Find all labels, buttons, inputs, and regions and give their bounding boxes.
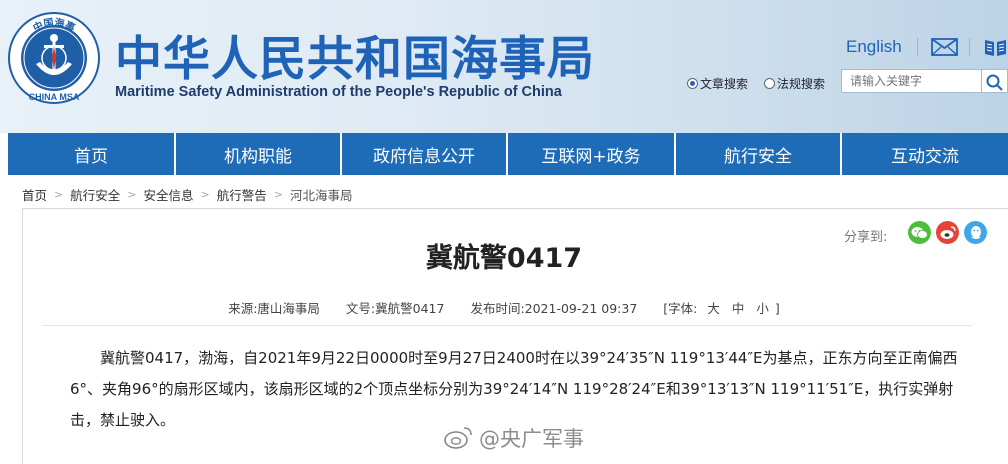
nav-item-label: 政府信息公开 bbox=[373, 146, 475, 167]
radio-selected-icon bbox=[687, 78, 698, 89]
breadcrumb: 首页 > 航行安全 > 安全信息 > 航行警告 > 河北海事局 bbox=[22, 185, 352, 203]
weibo-watermark-icon bbox=[444, 427, 472, 449]
nav-item-label: 互联网+政务 bbox=[541, 146, 641, 167]
search-button[interactable] bbox=[982, 69, 1008, 93]
chevron-right-icon: > bbox=[273, 187, 283, 201]
nav-item-institution[interactable]: 机构职能 bbox=[176, 133, 340, 175]
header-separator bbox=[969, 38, 970, 56]
search-icon bbox=[986, 74, 1003, 91]
nav-item-navigation-safety[interactable]: 航行安全 bbox=[676, 133, 840, 175]
nav-item-label: 首页 bbox=[74, 146, 108, 167]
site-header: 中国海事 CHINA MSA 中国海事 中华人民共和国海事局 Maritime … bbox=[0, 0, 1008, 133]
meta-publish-time: 发布时间:2021-09-21 09:37 bbox=[470, 301, 637, 316]
chevron-right-icon: > bbox=[54, 187, 64, 201]
search-option-regulation-label: 法规搜索 bbox=[777, 77, 826, 91]
site-title-en: Maritime Safety Administration of the Pe… bbox=[115, 84, 562, 100]
breadcrumb-home[interactable]: 首页 bbox=[22, 185, 47, 204]
nav-item-gov-info[interactable]: 政府信息公开 bbox=[342, 133, 506, 175]
mail-icon[interactable] bbox=[931, 38, 958, 56]
nav-item-label: 互动交流 bbox=[891, 146, 959, 167]
breadcrumb-hebei-msa[interactable]: 河北海事局 bbox=[290, 185, 353, 204]
book-icon[interactable] bbox=[983, 37, 1008, 57]
nav-item-label: 机构职能 bbox=[224, 146, 292, 167]
nav-item-label: 航行安全 bbox=[724, 146, 792, 167]
breadcrumb-nav-warning[interactable]: 航行警告 bbox=[217, 185, 267, 204]
search-option-regulation[interactable]: 法规搜索 bbox=[764, 75, 825, 92]
msa-logo-icon[interactable]: 中国海事 CHINA MSA bbox=[8, 12, 100, 104]
radio-unselected-icon bbox=[764, 78, 775, 89]
english-link[interactable]: English bbox=[846, 37, 902, 57]
meta-source-label: 来源: bbox=[228, 301, 258, 316]
watermark: @央广军事 bbox=[443, 423, 584, 453]
header-separator bbox=[917, 38, 918, 56]
chevron-right-icon: > bbox=[127, 187, 137, 201]
font-size-label: [字体: bbox=[663, 301, 698, 316]
font-large-button[interactable]: 大 bbox=[707, 301, 720, 316]
meta-doc-no: 文号:冀航警0417 bbox=[346, 301, 445, 316]
meta-doc-no-label: 文号: bbox=[345, 301, 376, 316]
font-small-button[interactable]: 小 bbox=[756, 301, 769, 316]
font-size-close: ] bbox=[774, 301, 780, 316]
logo-subtext: CHINA MSA bbox=[29, 92, 80, 102]
chevron-right-icon: > bbox=[200, 187, 210, 201]
site-title-cn: 中华人民共和国海事局 bbox=[115, 32, 595, 87]
nav-item-internet-gov[interactable]: 互联网+政务 bbox=[508, 133, 674, 175]
breadcrumb-safety-info[interactable]: 安全信息 bbox=[143, 185, 193, 204]
meta-doc-no-value: 冀航警0417 bbox=[375, 301, 445, 316]
font-medium-button[interactable]: 中 bbox=[732, 301, 745, 316]
article-title: 冀航警0417 bbox=[425, 243, 583, 274]
article-meta: 来源:唐山海事局 文号:冀航警0417 发布时间:2021-09-21 09:3… bbox=[0, 298, 1008, 317]
font-size-control: [字体: 大中小] bbox=[663, 301, 780, 316]
search-input[interactable] bbox=[841, 69, 982, 93]
search-option-article[interactable]: 文章搜索 bbox=[687, 75, 748, 92]
search-option-article-label: 文章搜索 bbox=[700, 77, 749, 91]
article-divider bbox=[42, 325, 972, 326]
meta-source-value: 唐山海事局 bbox=[257, 301, 320, 316]
watermark-text: @央广军事 bbox=[479, 427, 584, 451]
main-nav: 首页 机构职能 政府信息公开 互联网+政务 航行安全 互动交流 bbox=[0, 133, 1008, 175]
meta-publish-label: 发布时间: bbox=[470, 301, 525, 316]
breadcrumb-navigation-safety[interactable]: 航行安全 bbox=[70, 185, 120, 204]
meta-source: 来源:唐山海事局 bbox=[228, 301, 320, 316]
nav-item-home[interactable]: 首页 bbox=[8, 133, 174, 175]
nav-item-interaction[interactable]: 互动交流 bbox=[842, 133, 1008, 175]
meta-publish-value: 2021-09-21 09:37 bbox=[524, 301, 638, 316]
